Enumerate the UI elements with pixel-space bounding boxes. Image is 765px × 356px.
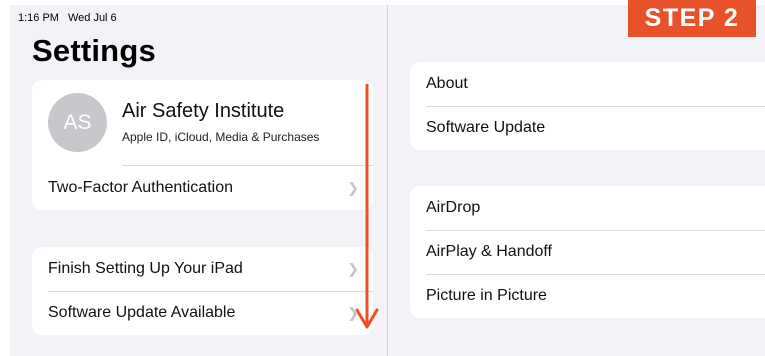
ipad-screen: 1:16 PM Wed Jul 6 Settings AS Air Safety… — [10, 5, 765, 356]
row-label: Picture in Picture — [426, 287, 547, 304]
software-update-row[interactable]: Software Update — [410, 106, 765, 150]
page-title: Settings — [32, 33, 156, 68]
row-label: Software Update Available — [48, 304, 236, 321]
airplay-handoff-row[interactable]: AirPlay & Handoff — [410, 230, 765, 274]
arrow-down-icon — [355, 84, 379, 329]
settings-sidebar: Settings AS Air Safety Institute Apple I… — [10, 5, 387, 356]
profile-row[interactable]: AS Air Safety Institute Apple ID, iCloud… — [32, 80, 373, 166]
account-group: AS Air Safety Institute Apple ID, iCloud… — [32, 80, 373, 210]
general-detail-pane: About Software Update AirDrop AirPlay & … — [388, 5, 765, 356]
profile-subtitle: Apple ID, iCloud, Media & Purchases — [122, 130, 320, 144]
row-label: Finish Setting Up Your iPad — [48, 260, 243, 277]
picture-in-picture-row[interactable]: Picture in Picture — [410, 274, 765, 318]
step-badge: STEP 2 — [628, 0, 756, 37]
row-label: Two-Factor Authentication — [48, 179, 233, 196]
airdrop-row[interactable]: AirDrop — [410, 186, 765, 230]
general-group: About Software Update — [410, 62, 765, 150]
two-factor-authentication-row[interactable]: Two-Factor Authentication ❯ — [32, 166, 373, 210]
setup-group: Finish Setting Up Your iPad ❯ Software U… — [32, 247, 373, 335]
software-update-available-row[interactable]: Software Update Available ❯ — [32, 291, 373, 335]
profile-name: Air Safety Institute — [122, 100, 285, 122]
row-label: About — [426, 75, 468, 92]
finish-setting-up-row[interactable]: Finish Setting Up Your iPad ❯ — [32, 247, 373, 291]
row-label: AirPlay & Handoff — [426, 243, 552, 260]
avatar: AS — [48, 93, 107, 152]
about-row[interactable]: About — [410, 62, 765, 106]
row-label: Software Update — [426, 119, 546, 136]
sharing-group: AirDrop AirPlay & Handoff Picture in Pic… — [410, 186, 765, 318]
row-label: AirDrop — [426, 199, 481, 216]
